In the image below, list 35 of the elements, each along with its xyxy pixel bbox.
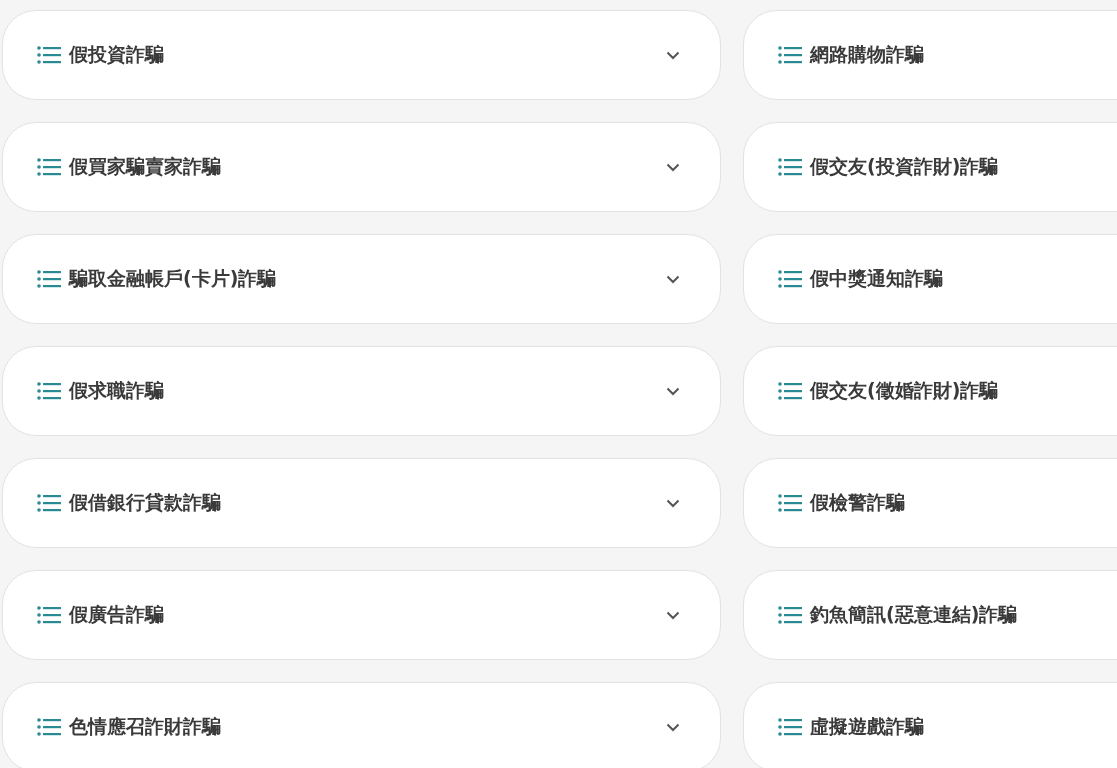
list-icon xyxy=(37,270,61,288)
accordion-header[interactable]: 假檢警詐騙 xyxy=(743,458,1117,548)
accordion-header[interactable]: 假廣告詐騙 xyxy=(2,570,721,660)
accordion-header[interactable]: 騙取金融帳戶(卡片)詐騙 xyxy=(2,234,721,324)
chevron-icon xyxy=(666,386,680,396)
chevron-icon xyxy=(666,162,680,172)
accordion-header[interactable]: 假買家騙賣家詐騙 xyxy=(2,122,721,212)
list-icon xyxy=(37,158,61,176)
list-icon xyxy=(37,382,61,400)
list-icon xyxy=(778,270,802,288)
accordion-header[interactable]: 假交友(徵婚詐財)詐騙 xyxy=(743,346,1117,436)
list-icon xyxy=(778,46,802,64)
chevron-icon xyxy=(666,610,680,620)
accordion-header[interactable]: 色情應召詐財詐騙 xyxy=(2,682,721,768)
accordion-header[interactable]: 假求職詐騙 xyxy=(2,346,721,436)
chevron-icon xyxy=(666,274,680,284)
accordion-header[interactable]: 假投資詐騙 xyxy=(2,10,721,100)
accordion-header[interactable]: 假交友(投資詐財)詐騙 xyxy=(743,122,1117,212)
accordion-header[interactable]: 假借銀行貸款詐騙 xyxy=(2,458,721,548)
list-icon xyxy=(778,494,802,512)
list-icon xyxy=(778,382,802,400)
list-icon xyxy=(37,606,61,624)
list-icon xyxy=(37,46,61,64)
list-icon xyxy=(778,718,802,736)
chevron-icon xyxy=(666,722,680,732)
list-icon xyxy=(37,718,61,736)
list-icon xyxy=(778,606,802,624)
accordion-header[interactable]: 假中獎通知詐騙 xyxy=(743,234,1117,324)
list-icon xyxy=(778,158,802,176)
chevron-icon xyxy=(666,498,680,508)
accordion-header[interactable]: 虛擬遊戲詐騙 xyxy=(743,682,1117,768)
accordion-header[interactable]: 釣魚簡訊(惡意連結)詐騙 xyxy=(743,570,1117,660)
chevron-icon xyxy=(666,50,680,60)
list-icon xyxy=(37,494,61,512)
accordion-header[interactable]: 網路購物詐騙 xyxy=(743,10,1117,100)
